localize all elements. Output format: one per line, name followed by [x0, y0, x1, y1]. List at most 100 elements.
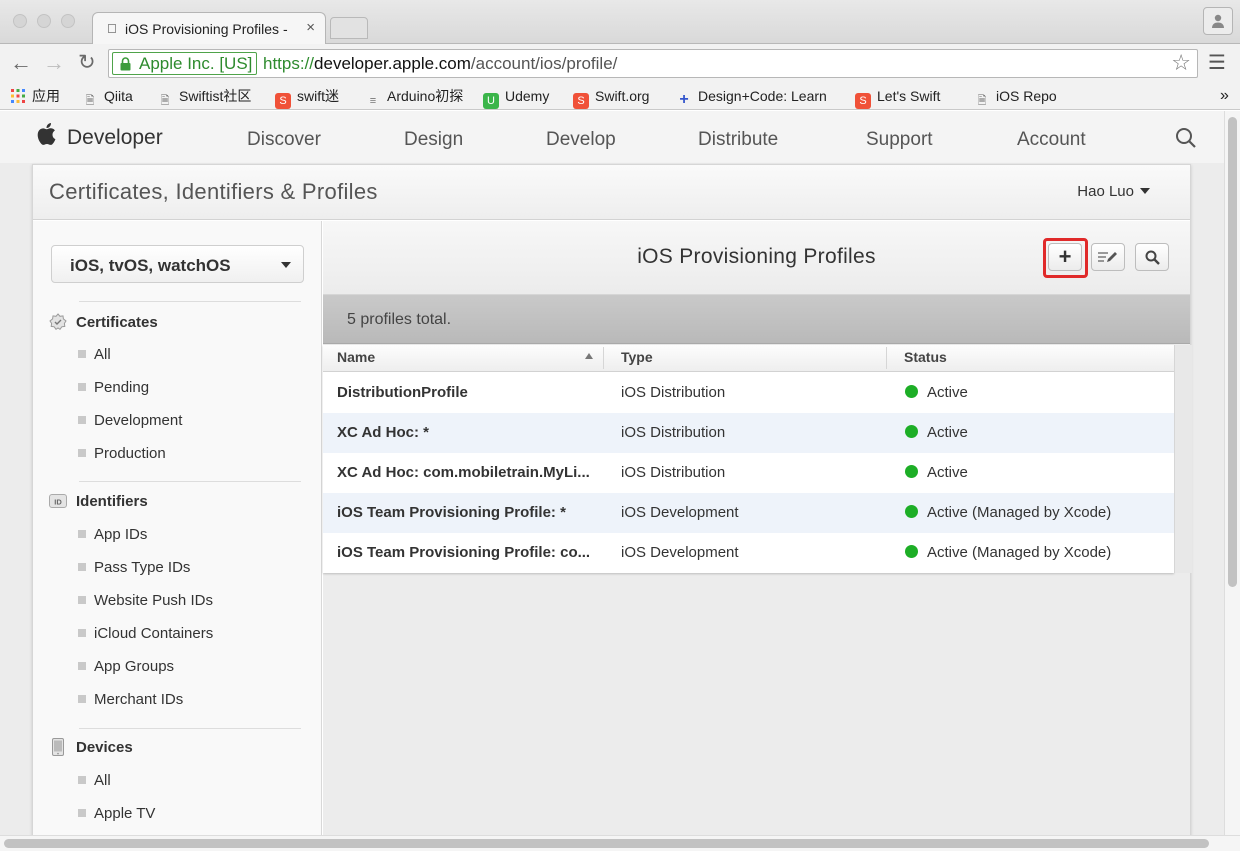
- scrollbar-thumb[interactable]: [4, 839, 1209, 848]
- bookmarks-bar: 应用 🗎 Qiita 🗎 Swiftist社区 Sswift迷 ≡ Arduino初探…: [0, 82, 1240, 110]
- user-menu[interactable]: Hao Luo: [1077, 183, 1150, 200]
- sidebar-section-certificates[interactable]: Certificates: [49, 313, 158, 331]
- search-icon[interactable]: [1175, 127, 1197, 149]
- column-header-name[interactable]: Name: [337, 349, 375, 365]
- ev-certificate-badge[interactable]: Apple Inc. [US]: [112, 52, 258, 75]
- bookmark-ios-repo[interactable]: 🗎 iOS Repo: [974, 87, 1057, 109]
- bookmark-swiftist[interactable]: 🗎 Swiftist社区: [157, 87, 252, 109]
- profile-status: Active: [905, 424, 1165, 441]
- sidebar-item-certificates-pending[interactable]: Pending: [78, 379, 149, 396]
- browser-tab-active[interactable]:  iOS Provisioning Profiles - ×: [92, 12, 326, 45]
- sidebar-section-identifiers[interactable]: ID Identifiers: [49, 492, 148, 510]
- nav-discover[interactable]: Discover: [247, 129, 321, 151]
- minimize-window-button[interactable]: [37, 14, 51, 28]
- bookmark-label: Udemy: [505, 88, 550, 104]
- edit-pencil-icon: [1098, 252, 1117, 262]
- search-button[interactable]: [1135, 243, 1169, 271]
- column-header-type[interactable]: Type: [621, 349, 653, 365]
- address-bar[interactable]: Apple Inc. [US] https://developer.apple.…: [108, 49, 1198, 78]
- zoom-window-button[interactable]: [61, 14, 75, 28]
- sidebar-item-merchant-ids[interactable]: Merchant IDs: [78, 691, 183, 708]
- bookmark-udemy[interactable]: U Udemy: [483, 87, 549, 109]
- profile-user-icon[interactable]: [1203, 7, 1233, 35]
- column-header-status[interactable]: Status: [904, 349, 947, 365]
- table-row[interactable]: XC Ad Hoc: * iOS Distribution Active: [323, 413, 1174, 453]
- sidebar-item-pass-type-ids[interactable]: Pass Type IDs: [78, 559, 190, 576]
- profile-status: Active (Managed by Xcode): [905, 544, 1165, 561]
- platform-select-value: iOS, tvOS, watchOS: [70, 256, 231, 275]
- sidebar-item-app-groups[interactable]: App Groups: [78, 658, 174, 675]
- sidebar-item-devices-all[interactable]: All: [78, 772, 111, 789]
- status-active-dot-icon: [905, 385, 918, 398]
- page-icon: 🗎: [160, 95, 170, 107]
- divider: [79, 481, 301, 482]
- nav-support[interactable]: Support: [866, 129, 933, 151]
- sidebar-item-certificates-production[interactable]: Production: [78, 445, 166, 462]
- new-tab-button[interactable]: [330, 17, 368, 39]
- sidebar-item-certificates-development[interactable]: Development: [78, 412, 182, 429]
- sidebar-item-website-push-ids[interactable]: Website Push IDs: [78, 592, 213, 609]
- sidebar-item-label: All: [94, 346, 111, 363]
- close-window-button[interactable]: [13, 14, 27, 28]
- table-row[interactable]: DistributionProfile iOS Distribution Act…: [323, 373, 1174, 413]
- table-header: Name Type Status: [323, 345, 1174, 372]
- profile-type: iOS Distribution: [621, 464, 726, 481]
- edit-button[interactable]: [1091, 243, 1125, 271]
- bookmark-label: iOS Repo: [996, 88, 1057, 104]
- profile-type: iOS Development: [621, 544, 739, 561]
- sidebar-item-icloud-containers[interactable]: iCloud Containers: [78, 625, 213, 642]
- bullet: [78, 662, 86, 670]
- forward-arrow-icon[interactable]: →: [43, 50, 65, 76]
- page-vertical-scrollbar[interactable]: [1224, 111, 1240, 835]
- page-horizontal-scrollbar[interactable]: [0, 835, 1240, 851]
- bookmark-star-icon[interactable]: ☆: [1171, 50, 1191, 76]
- apple-logo-icon[interactable]: [36, 122, 56, 153]
- scrollbar-thumb[interactable]: [1228, 117, 1237, 587]
- bookmark-label: Swift.org: [595, 88, 650, 104]
- bookmark-label: Swiftist社区: [179, 88, 252, 104]
- reload-icon[interactable]: ↻: [78, 50, 96, 76]
- sidebar-item-app-ids[interactable]: App IDs: [78, 526, 147, 543]
- divider: [79, 301, 301, 302]
- browser-menu-icon[interactable]: ☰: [1208, 53, 1228, 73]
- apple-favicon-icon: : [107, 21, 117, 36]
- developer-brand[interactable]: Developer: [67, 126, 163, 150]
- bookmarks-overflow-chevron-icon[interactable]: »: [1220, 87, 1229, 105]
- section-title: Identifiers: [76, 493, 148, 510]
- table-row[interactable]: XC Ad Hoc: com.mobiletrain.MyLi... iOS D…: [323, 453, 1174, 493]
- bullet: [78, 629, 86, 637]
- content-header: iOS Provisioning Profiles +: [323, 221, 1190, 295]
- bookmark-apps[interactable]: 应用: [10, 87, 60, 105]
- tab-close-icon[interactable]: ×: [306, 19, 315, 36]
- platform-select[interactable]: iOS, tvOS, watchOS: [51, 245, 304, 283]
- certificate-icon: [49, 313, 67, 330]
- bookmark-swift-org[interactable]: S Swift.org: [573, 87, 649, 109]
- sidebar-section-devices[interactable]: Devices: [49, 738, 133, 756]
- status-text: Active: [927, 464, 968, 481]
- url-text[interactable]: https://developer.apple.com/account/ios/…: [263, 54, 617, 74]
- nav-design[interactable]: Design: [404, 129, 463, 151]
- list-icon: ≡: [369, 95, 377, 107]
- bookmark-qiita[interactable]: 🗎 Qiita: [82, 87, 133, 109]
- url-path: /account/ios/profile/: [470, 54, 618, 73]
- table-scrollbar[interactable]: [1174, 345, 1192, 573]
- table-row[interactable]: iOS Team Provisioning Profile: co... iOS…: [323, 533, 1174, 573]
- nav-develop[interactable]: Develop: [546, 129, 616, 151]
- bookmark-design-code[interactable]: + Design+Code: Learn: [676, 87, 826, 108]
- bookmark-arduino[interactable]: ≡ Arduino初探: [365, 87, 463, 109]
- divider: [79, 728, 301, 729]
- table-row[interactable]: iOS Team Provisioning Profile: * iOS Dev…: [323, 493, 1174, 533]
- sidebar-item-apple-tv[interactable]: Apple TV: [78, 805, 155, 822]
- back-arrow-icon[interactable]: ←: [10, 50, 32, 76]
- bookmark-lets-swift[interactable]: S Let's Swift: [855, 87, 940, 109]
- sidebar-item-certificates-all[interactable]: All: [78, 346, 111, 363]
- column-divider: [603, 347, 604, 369]
- bookmark-swift-mi[interactable]: Sswift迷: [275, 87, 339, 109]
- nav-distribute[interactable]: Distribute: [698, 129, 778, 151]
- tab-title: iOS Provisioning Profiles -: [125, 21, 288, 37]
- svg-text:ID: ID: [54, 498, 62, 507]
- url-host: developer.apple.com: [314, 54, 471, 73]
- sidebar-item-label: App IDs: [94, 526, 148, 543]
- nav-account[interactable]: Account: [1017, 129, 1086, 151]
- bookmark-label: Arduino初探: [387, 88, 464, 104]
